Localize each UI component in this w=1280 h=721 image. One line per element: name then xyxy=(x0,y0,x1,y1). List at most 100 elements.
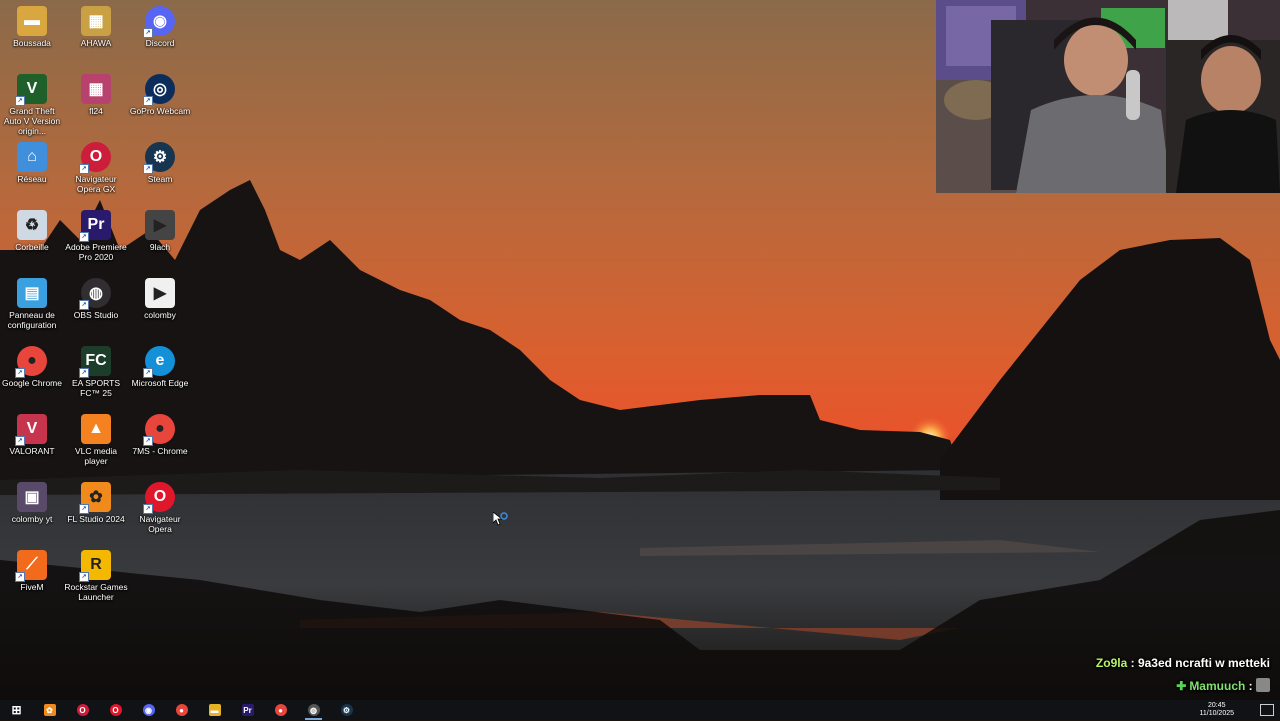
folder-user-icon: ▬ xyxy=(17,6,47,36)
shortcut-arrow-icon: ↗ xyxy=(143,96,153,106)
chat-separator: : xyxy=(1127,656,1138,670)
image-file-icon: ▣ xyxy=(17,482,47,512)
desktop-icon-fl24[interactable]: ▦ fl24 xyxy=(64,70,128,116)
chat-message: ✚ Mamuuch : xyxy=(970,675,1270,698)
desktop-icon-label: colomby yt xyxy=(11,514,53,524)
taskbar-opera-gx-button[interactable]: O xyxy=(66,700,99,720)
desktop-icon-steam[interactable]: ⚙ ↗ Steam xyxy=(128,138,192,184)
taskbar-discord-button[interactable]: ◉ xyxy=(132,700,165,720)
fivem-icon: ⟋ ↗ xyxy=(15,550,47,582)
desktop-icon-9lach[interactable]: ▶ 9lach xyxy=(128,206,192,252)
desktop-icon-obs-studio[interactable]: ◍ ↗ OBS Studio xyxy=(64,274,128,320)
desktop-icon-r-seau[interactable]: ⌂ Réseau xyxy=(0,138,64,184)
desktop-icon-label: Rockstar Games Launcher xyxy=(64,582,128,602)
desktop-icon-label: Navigateur Opera GX xyxy=(75,174,117,194)
desktop-icon-colomby-yt[interactable]: ▣ colomby yt xyxy=(0,478,64,524)
desktop-icon-gopro-webcam[interactable]: ◎ ↗ GoPro Webcam xyxy=(128,70,192,116)
desktop-icon-label: Discord xyxy=(145,38,175,48)
opera-gx-icon: O ↗ xyxy=(79,142,111,174)
shortcut-arrow-icon: ↗ xyxy=(15,368,25,378)
desktop-icon-label: Réseau xyxy=(17,174,47,184)
desktop-icon-7ms-chrome[interactable]: ● ↗ 7MS - Chrome xyxy=(128,410,192,456)
gta-v-icon: V ↗ xyxy=(15,74,47,106)
shortcut-arrow-icon: ↗ xyxy=(15,572,25,582)
desktop-icon-google-chrome[interactable]: ● ↗ Google Chrome xyxy=(0,342,64,388)
desktop-icon-label: 9lach xyxy=(149,242,171,252)
desktop-icon-fivem[interactable]: ⟋ ↗ FiveM xyxy=(0,546,64,592)
taskbar-file-explorer-button[interactable]: ▬ xyxy=(198,700,231,720)
obs-icon: ◍ xyxy=(307,704,320,716)
desktop-icon-label: Navigateur Opera xyxy=(139,514,181,534)
fl-studio-icon: ✿ ↗ xyxy=(79,482,111,514)
shortcut-arrow-icon: ↗ xyxy=(15,436,25,446)
vlc-icon: ▲ xyxy=(81,414,111,444)
taskbar-chrome-2-button[interactable]: ● xyxy=(264,700,297,720)
desktop-icon-rockstar-games-launcher[interactable]: R ↗ Rockstar Games Launcher xyxy=(64,546,128,602)
desktop-icon-label: Adobe Premiere Pro 2020 xyxy=(65,242,127,262)
taskbar-steam-button[interactable]: ⚙ xyxy=(330,700,363,720)
chrome-icon: ● xyxy=(175,704,188,716)
folder-icon: ▬ xyxy=(208,704,221,716)
desktop-icon-ea-sports-fc-25[interactable]: FC ↗ EA SPORTS FC™ 25 xyxy=(64,342,128,398)
premiere-pro-icon: Pr ↗ xyxy=(79,210,111,242)
taskbar-clock[interactable]: 20:45 11/10/2025 xyxy=(1199,702,1234,718)
desktop-icon-valorant[interactable]: V ↗ VALORANT xyxy=(0,410,64,456)
taskbar-chrome-button[interactable]: ● xyxy=(165,700,198,720)
desktop-icon-navigateur-opera-gx[interactable]: O ↗ Navigateur Opera GX xyxy=(64,138,128,194)
taskbar-obs-button[interactable]: ◍ xyxy=(297,700,330,720)
desktop-icon-adobe-premiere-pro-2020[interactable]: Pr ↗ Adobe Premiere Pro 2020 xyxy=(64,206,128,262)
shortcut-arrow-icon: ↗ xyxy=(143,28,153,38)
desktop-icon-label: GoPro Webcam xyxy=(129,106,191,116)
opera-gx-icon: O xyxy=(76,704,89,716)
opera-icon: O xyxy=(109,704,122,716)
desktop-icon-label: VLC media player xyxy=(74,446,118,466)
desktop-icon-microsoft-edge[interactable]: e ↗ Microsoft Edge xyxy=(128,342,192,388)
chrome-icon: ● xyxy=(274,704,287,716)
taskbar-start-button[interactable]: ⊞ xyxy=(0,700,33,720)
desktop-icon-ahawa[interactable]: ▦ AHAWA xyxy=(64,2,128,48)
desktop-icon-grid: ▬ Boussada ▦ AHAWA ◉ ↗ Discord V ↗ Grand Theft Au… xyxy=(0,0,200,700)
desktop-icon-navigateur-opera[interactable]: O ↗ Navigateur Opera xyxy=(128,478,192,534)
taskbar-premiere-button[interactable]: Pr xyxy=(231,700,264,720)
chat-text: 9a3ed ncrafti w metteki xyxy=(1137,656,1270,670)
steam-icon: ⚙ ↗ xyxy=(143,142,175,174)
desktop-icon-label: VALORANT xyxy=(9,446,55,456)
desktop-icon-label: FL Studio 2024 xyxy=(67,514,125,524)
desktop-icon-label: Google Chrome xyxy=(1,378,62,388)
desktop-icon-panneau-de-configuration[interactable]: ▤ Panneau de configuration xyxy=(0,274,64,330)
desktop-icon-label: OBS Studio xyxy=(73,310,119,320)
desktop-icon-label: EA SPORTS FC™ 25 xyxy=(71,378,121,398)
desktop-icon-boussada[interactable]: ▬ Boussada xyxy=(0,2,64,48)
chat-separator: : xyxy=(1245,679,1256,693)
chat-badge-icon: ✚ xyxy=(1176,679,1187,693)
winrar-archive-icon: ▦ xyxy=(81,74,111,104)
desktop-icon-discord[interactable]: ◉ ↗ Discord xyxy=(128,2,192,48)
notification-center-icon[interactable] xyxy=(1260,704,1274,716)
shortcut-arrow-icon: ↗ xyxy=(143,504,153,514)
streamer-webcam-overlay xyxy=(936,0,1280,193)
desktop-icon-grand-theft-auto-v-version-origin[interactable]: V ↗ Grand Theft Auto V Version origin... xyxy=(0,70,64,136)
desktop-icon-fl-studio-2024[interactable]: ✿ ↗ FL Studio 2024 xyxy=(64,478,128,524)
taskbar-fl-studio-button[interactable]: ✿ xyxy=(33,700,66,720)
vlc-video-file-icon: ▶ xyxy=(145,210,175,240)
rockstar-icon: R ↗ xyxy=(79,550,111,582)
shortcut-arrow-icon: ↗ xyxy=(79,232,89,242)
shortcut-arrow-icon: ↗ xyxy=(143,368,153,378)
shortcut-arrow-icon: ↗ xyxy=(143,164,153,174)
chat-username: Mamuuch xyxy=(1189,679,1246,693)
discord-icon: ◉ ↗ xyxy=(143,6,175,38)
taskbar-opera-button[interactable]: O xyxy=(99,700,132,720)
control-panel-icon: ▤ xyxy=(17,278,47,308)
clock-time: 20:45 xyxy=(1207,702,1226,709)
recycle-bin-icon: ♻ xyxy=(17,210,47,240)
desktop-icon-label: Panneau de configuration xyxy=(7,310,57,330)
clock-date: 11/10/2025 xyxy=(1199,710,1234,717)
shortcut-arrow-icon: ↗ xyxy=(79,164,89,174)
desktop-icon-vlc-media-player[interactable]: ▲ VLC media player xyxy=(64,410,128,466)
desktop-icon-label: fl24 xyxy=(89,106,103,116)
desktop-icon-colomby[interactable]: ▶ colomby xyxy=(128,274,192,320)
desktop-icon-corbeille[interactable]: ♻ Corbeille xyxy=(0,206,64,252)
chat-emote-icon xyxy=(1256,678,1270,692)
desktop-icon-label: Corbeille xyxy=(15,242,49,252)
shortcut-arrow-icon: ↗ xyxy=(79,572,89,582)
